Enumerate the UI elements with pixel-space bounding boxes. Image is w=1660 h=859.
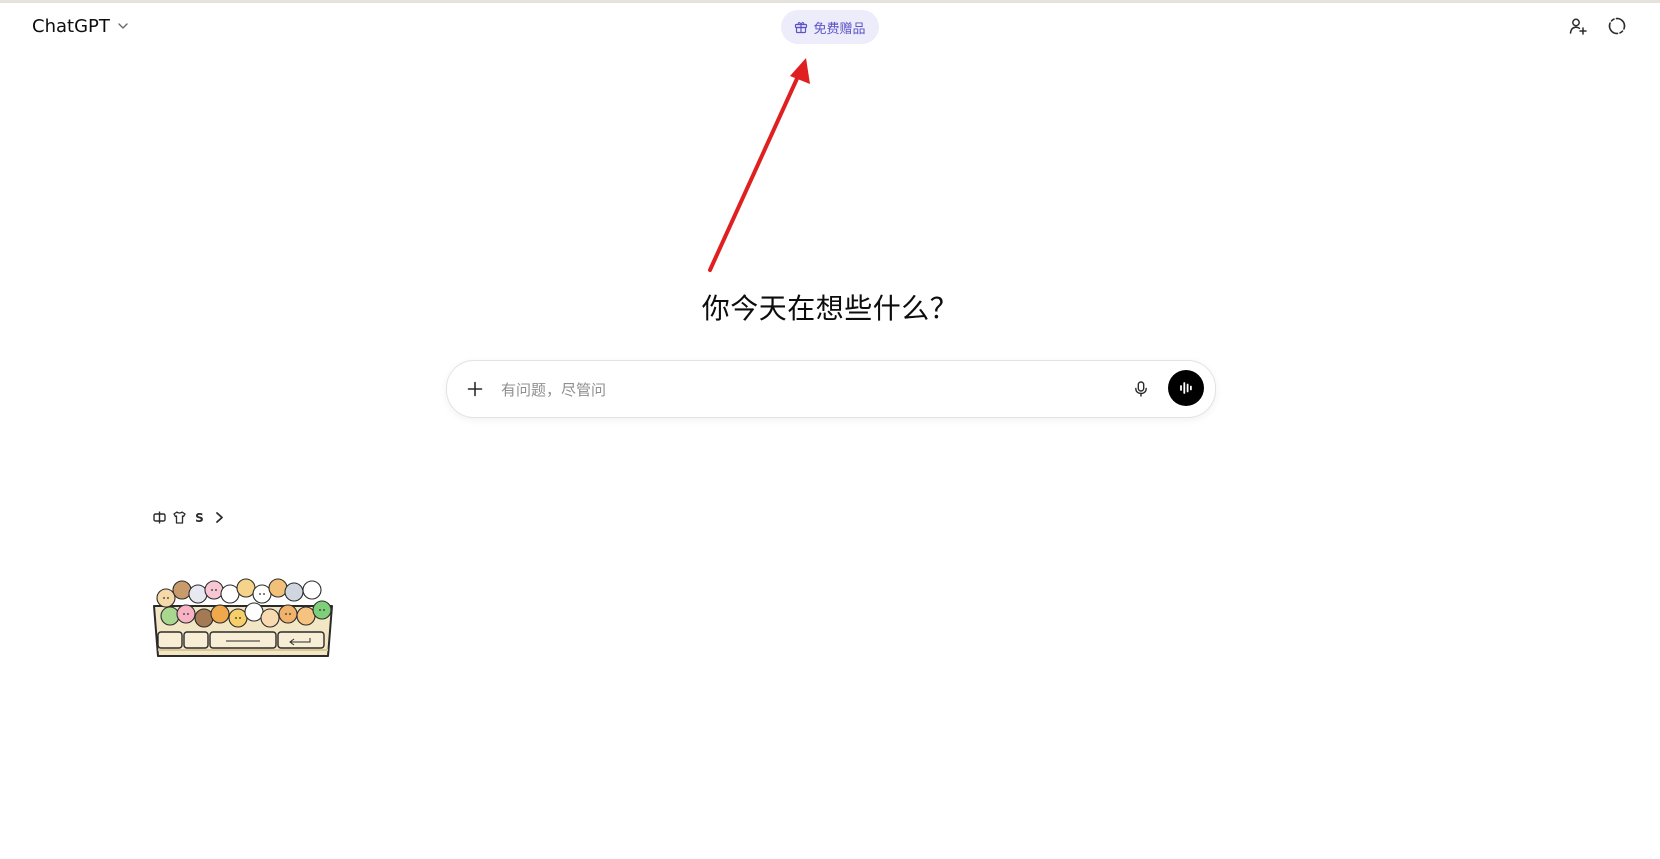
free-gift-label: 免费赠品	[813, 21, 866, 37]
sound-wave-icon	[1177, 379, 1195, 397]
brand-s-icon[interactable]: S	[192, 510, 207, 525]
gift-icon	[794, 20, 808, 34]
page-title: 你今天在想些什么？	[701, 292, 959, 325]
window-top-border	[0, 0, 1660, 3]
attach-button[interactable]	[461, 375, 489, 403]
cat-keyboard-sticker	[153, 578, 333, 657]
prompt-input[interactable]	[499, 375, 1083, 405]
model-name-label: ChatGPT	[32, 15, 110, 37]
free-gift-button[interactable]: 免费赠品	[781, 10, 879, 44]
chevron-down-icon	[116, 19, 130, 33]
plus-icon	[466, 380, 484, 398]
chatgpt-home-page: ChatGPT 免费赠品 你今天在想些什么？ 有问题，尽管问 S	[0, 0, 1660, 859]
dictate-button[interactable]	[1127, 375, 1155, 403]
chinese-mode-icon[interactable]	[152, 510, 167, 525]
model-selector-button[interactable]: ChatGPT	[24, 10, 138, 42]
ime-toolbar: S	[152, 510, 227, 525]
microphone-icon	[1132, 380, 1150, 398]
add-user-button[interactable]	[1565, 13, 1591, 39]
prompt-composer	[446, 360, 1216, 418]
chevron-right-icon[interactable]	[212, 510, 227, 525]
skin-shirt-icon[interactable]	[172, 510, 187, 525]
voice-mode-button[interactable]	[1168, 370, 1204, 406]
user-plus-icon	[1568, 16, 1588, 36]
dashed-circle-icon	[1607, 16, 1627, 36]
temporary-chat-button[interactable]	[1604, 13, 1630, 39]
red-arrow-icon	[708, 58, 810, 272]
